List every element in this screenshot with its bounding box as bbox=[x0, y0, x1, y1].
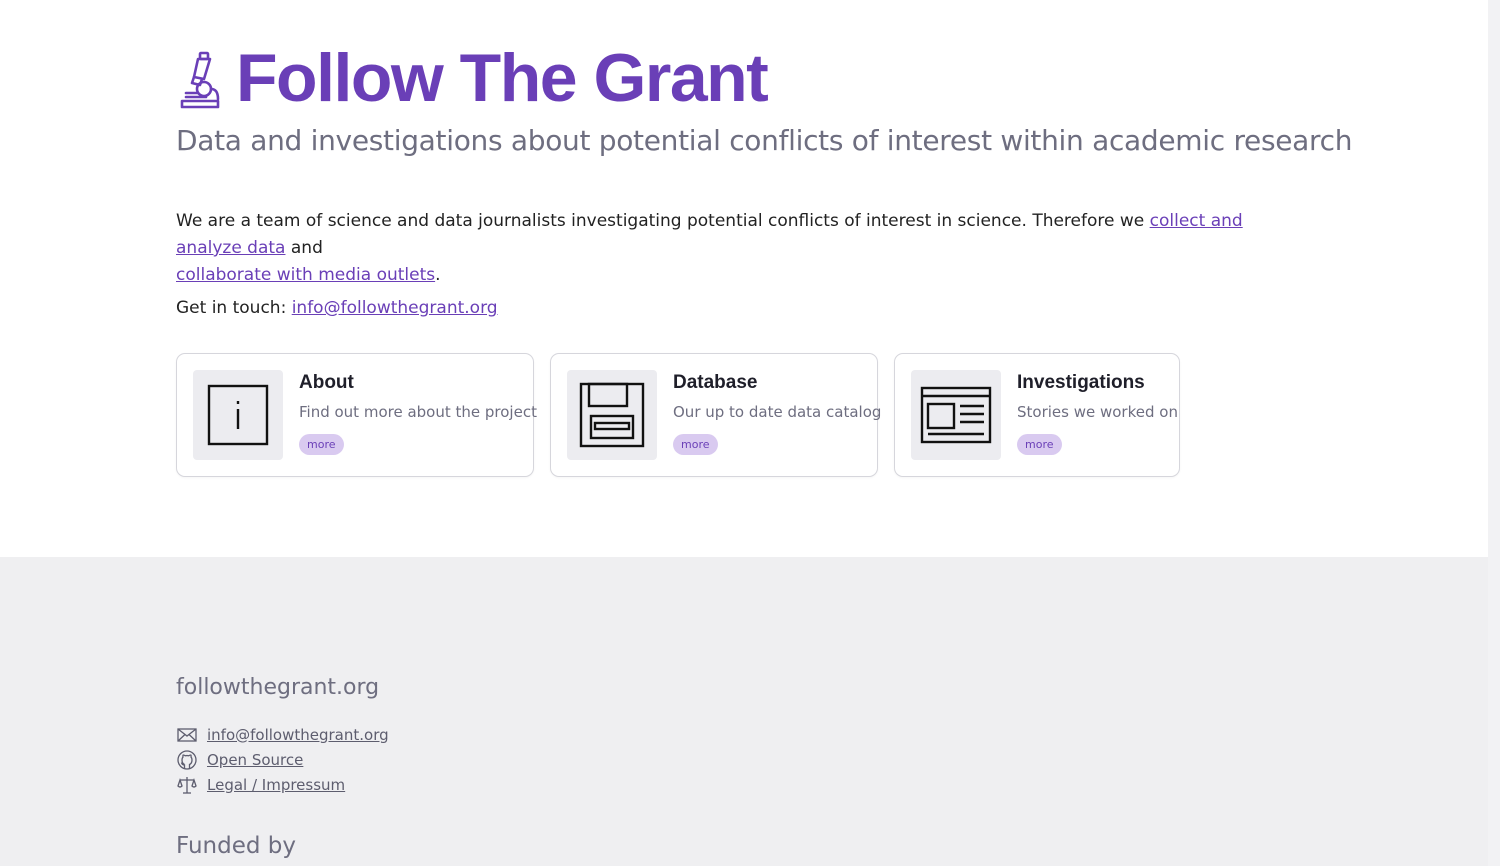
card-title: Database bbox=[673, 372, 758, 393]
footer-link-legal: Legal / Impressum bbox=[176, 772, 389, 797]
card-investigations[interactable]: Investigations Stories we worked on more bbox=[894, 353, 1180, 477]
footer-open-source-link[interactable]: Open Source bbox=[207, 751, 303, 769]
intro-text-middle: and bbox=[285, 238, 323, 258]
card-description: Our up to date data catalog bbox=[673, 403, 882, 421]
card-database[interactable]: Database Our up to date data catalog mor… bbox=[550, 353, 881, 477]
microscope-icon bbox=[180, 51, 220, 109]
card-about[interactable]: About Find out more about the project mo… bbox=[176, 353, 537, 477]
github-icon bbox=[176, 749, 198, 770]
newspaper-icon bbox=[920, 386, 992, 444]
card-description: Stories we worked on bbox=[1017, 403, 1178, 421]
card-description: Find out more about the project bbox=[299, 403, 537, 421]
site-header: Follow The Grant bbox=[176, 44, 769, 112]
card-icon-box bbox=[193, 370, 283, 460]
scrollbar[interactable] bbox=[1488, 0, 1500, 866]
footer-link-email: info@followthegrant.org bbox=[176, 722, 389, 747]
site-subtitle: Data and investigations about potential … bbox=[176, 124, 1353, 157]
card-list: About Find out more about the project mo… bbox=[176, 353, 1180, 477]
floppy-disk-icon bbox=[579, 382, 645, 448]
scales-icon bbox=[176, 775, 198, 795]
card-icon-box bbox=[911, 370, 1001, 460]
more-button-investigations[interactable]: more bbox=[1017, 434, 1062, 455]
footer: followthegrant.org info@followthegrant.o… bbox=[0, 557, 1488, 866]
intro-text-end: . bbox=[435, 265, 441, 285]
site-title[interactable]: Follow The Grant bbox=[236, 44, 769, 112]
envelope-icon bbox=[176, 725, 198, 745]
collaborate-link[interactable]: collaborate with media outlets bbox=[176, 265, 435, 285]
footer-site-name: followthegrant.org bbox=[176, 675, 380, 700]
page: Follow The Grant Data and investigations… bbox=[0, 0, 1488, 557]
card-body: About Find out more about the project mo… bbox=[299, 370, 537, 460]
card-body: Investigations Stories we worked on more bbox=[1017, 370, 1178, 460]
info-icon bbox=[207, 384, 269, 446]
funded-by-heading: Funded by bbox=[176, 833, 296, 859]
more-button-database[interactable]: more bbox=[673, 434, 718, 455]
card-title: About bbox=[299, 372, 354, 393]
card-title: Investigations bbox=[1017, 372, 1145, 393]
card-icon-box bbox=[567, 370, 657, 460]
intro-paragraph: We are a team of science and data journa… bbox=[176, 208, 1296, 289]
contact-label: Get in touch: bbox=[176, 298, 292, 318]
intro-text: We are a team of science and data journa… bbox=[176, 211, 1150, 231]
footer-email-link[interactable]: info@followthegrant.org bbox=[207, 726, 389, 744]
contact-email-link[interactable]: info@followthegrant.org bbox=[292, 298, 498, 318]
more-button-about[interactable]: more bbox=[299, 434, 344, 455]
contact-line: Get in touch: info@followthegrant.org bbox=[176, 295, 498, 322]
footer-links: info@followthegrant.org Open Source Lega… bbox=[176, 722, 389, 797]
footer-link-open-source: Open Source bbox=[176, 747, 389, 772]
footer-legal-link[interactable]: Legal / Impressum bbox=[207, 776, 345, 794]
card-body: Database Our up to date data catalog mor… bbox=[673, 370, 881, 460]
